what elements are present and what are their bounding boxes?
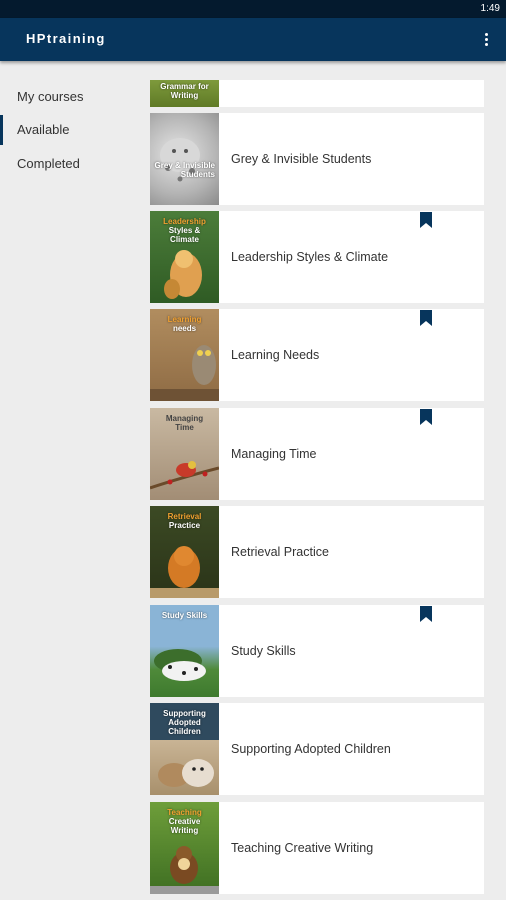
course-cover-image: Teaching Creative Writing (150, 802, 219, 894)
cover-title: Managing Time (165, 414, 204, 432)
bookmark-icon[interactable] (420, 409, 432, 425)
course-card-grey-invisible-students[interactable]: Grey & Invisible Students Grey & Invisib… (150, 113, 484, 205)
course-cover-image: Grey & Invisible Students (150, 113, 219, 205)
bookmark-icon[interactable] (420, 212, 432, 228)
course-cover-image: Learning needs (150, 309, 219, 401)
course-cover-image: Study Skills (150, 605, 219, 697)
sidebar-item-available[interactable]: Available (0, 115, 140, 145)
course-title: Leadership Styles & Climate (231, 250, 389, 264)
sidebar-item-my-courses[interactable]: My courses (0, 82, 140, 112)
course-cover-image: Supporting Adopted Children (150, 703, 219, 795)
course-title: Study Skills (231, 644, 296, 658)
cover-title: Supporting Adopted Children (163, 709, 206, 736)
sidebar-item-completed[interactable]: Completed (0, 149, 140, 179)
course-title: Grey & Invisible Students (231, 152, 372, 166)
course-card-leadership-styles-climate[interactable]: Leadership Styles & Climate Leadership Sty… (150, 211, 484, 303)
cover-title: Teaching Creative Writing (167, 808, 202, 835)
app-title: HPtraining (26, 31, 106, 46)
status-clock: 1:49 (480, 3, 500, 14)
course-cover-image: Grammar for Writing (150, 80, 219, 107)
more-vert-icon[interactable] (478, 28, 494, 50)
cover-title: Learning needs (167, 315, 202, 333)
cover-title: Study Skills (161, 611, 208, 620)
app-bar: HPtraining (0, 18, 506, 61)
cover-title: Grey & Invisible Students (154, 161, 215, 179)
course-card-learning-needs[interactable]: Learning needs Learning Needs (150, 309, 484, 401)
sidebar-item-label: My courses (17, 89, 84, 104)
cover-title: Grammar for Writing (160, 82, 209, 100)
bookmark-icon[interactable] (420, 310, 432, 326)
sidebar-item-label: Available (17, 122, 70, 137)
course-cover-image: Leadership Styles & Climate (150, 211, 219, 303)
course-card-managing-time[interactable]: Managing Time Managing Time (150, 408, 484, 500)
course-card-retrieval-practice[interactable]: Retrieval Practice Retrieval Practice (150, 506, 484, 598)
course-title: Supporting Adopted Children (231, 742, 391, 756)
course-cover-image: Managing Time (150, 408, 219, 500)
course-title: Teaching Creative Writing (231, 841, 374, 855)
cover-title: Leadership Styles & Climate (163, 217, 206, 244)
course-title: Learning Needs (231, 348, 320, 362)
sidebar-item-label: Completed (17, 156, 80, 171)
course-card-grammar-for-writing[interactable]: Grammar for Writing (150, 80, 484, 107)
course-card-teaching-creative-writing[interactable]: Teaching Creative Writing Teaching Creativ… (150, 802, 484, 894)
course-card-supporting-adopted-children[interactable]: Supporting Adopted Children Supporting A… (150, 703, 484, 795)
bookmark-icon[interactable] (420, 606, 432, 622)
cover-title: Retrieval Practice (167, 512, 202, 530)
course-card-study-skills[interactable]: Study Skills Study Skills (150, 605, 484, 697)
course-cover-image: Retrieval Practice (150, 506, 219, 598)
course-title: Managing Time (231, 447, 317, 461)
course-title: Retrieval Practice (231, 545, 329, 559)
status-bar: 1:49 (0, 0, 506, 18)
